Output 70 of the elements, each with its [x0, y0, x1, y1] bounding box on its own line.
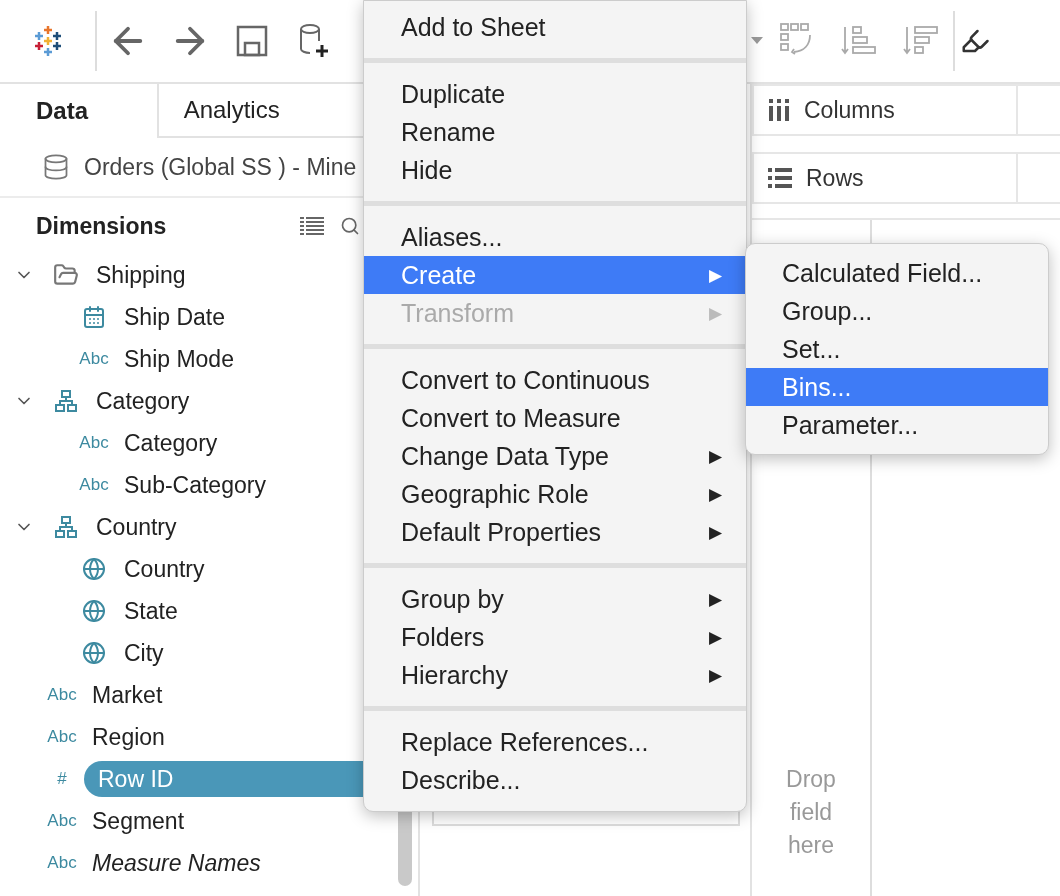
field-label[interactable]: Ship Mode — [124, 345, 234, 373]
submenu-arrow: ▶ — [709, 483, 722, 505]
menu-item[interactable]: Bins... — [746, 368, 1048, 406]
folder-icon — [53, 262, 79, 288]
globe-icon — [82, 557, 106, 581]
menu-item[interactable]: Calculated Field... — [746, 254, 1048, 292]
data-type-label: Abc — [46, 811, 78, 831]
menu-item[interactable]: Create ▶ — [364, 256, 746, 294]
data-type-label: # — [56, 769, 68, 789]
field-label[interactable]: Ship Date — [124, 303, 225, 331]
field-label[interactable]: Segment — [92, 807, 185, 835]
caret-icon[interactable] — [751, 37, 763, 45]
submenu-arrow: ▶ — [709, 445, 722, 467]
data-source-name[interactable]: Orders (Global SS ) - Mine — [84, 153, 357, 181]
calendar-icon — [82, 305, 106, 329]
menu-item[interactable]: Add to Sheet — [364, 8, 746, 46]
submenu-arrow: ▶ — [709, 264, 722, 286]
data-type-label: Abc — [78, 475, 110, 495]
submenu-arrow: ▶ — [709, 664, 722, 686]
menu-item[interactable]: Group by ▶ — [364, 580, 746, 618]
field-label[interactable]: Market — [92, 681, 163, 709]
submenu-arrow: ▶ — [709, 588, 722, 610]
drop-hint: Drop field here — [786, 765, 836, 860]
globe-icon — [82, 599, 106, 623]
field-label[interactable]: Category — [96, 387, 190, 415]
columns-icon — [768, 99, 790, 121]
shelf-label: Columns — [804, 96, 895, 124]
database-icon — [42, 153, 70, 181]
menu-item[interactable]: Change Data Type ▶ — [364, 437, 746, 475]
submenu-arrow: ▶ — [709, 302, 722, 324]
field-label[interactable]: Sub-Category — [124, 471, 266, 499]
search-icon[interactable] — [340, 216, 360, 236]
menu-item[interactable]: Convert to Continuous — [364, 361, 746, 399]
data-type-label: Abc — [46, 853, 78, 873]
hierarchy-icon — [55, 390, 77, 412]
menu-item[interactable]: Aliases... — [364, 218, 746, 256]
field-label[interactable]: Country — [96, 513, 177, 541]
field-label[interactable]: State — [124, 597, 178, 625]
menu-item[interactable]: Default Properties ▶ — [364, 513, 746, 551]
field-label[interactable]: Shipping — [96, 261, 186, 289]
menu-item[interactable]: Group... — [746, 292, 1048, 330]
globe-icon — [82, 641, 106, 665]
field-label[interactable]: Category — [124, 429, 218, 457]
field-label[interactable]: Region — [92, 723, 165, 751]
data-type-label: Abc — [78, 349, 110, 369]
menu-item[interactable]: Set... — [746, 330, 1048, 368]
data-type-label: Abc — [78, 433, 110, 453]
rows-icon — [768, 168, 792, 188]
menu-item[interactable]: Folders ▶ — [364, 618, 746, 656]
submenu-arrow: ▶ — [709, 626, 722, 648]
field-label[interactable]: City — [124, 639, 164, 667]
data-type-label: Abc — [46, 727, 78, 747]
menu-item[interactable]: Hide — [364, 151, 746, 189]
shelf[interactable]: Rows — [752, 152, 1060, 204]
submenu-arrow: ▶ — [709, 521, 722, 543]
field-label[interactable]: Measure Names — [92, 849, 261, 877]
hierarchy-icon — [55, 516, 77, 538]
menu-item[interactable]: Convert to Measure — [364, 399, 746, 437]
menu-item[interactable]: Replace References... — [364, 723, 746, 761]
menu-item[interactable]: Parameter... — [746, 406, 1048, 444]
menu-item[interactable]: Hierarchy ▶ — [364, 656, 746, 694]
list-view-icon[interactable] — [300, 217, 324, 235]
data-type-label: Abc — [46, 685, 78, 705]
shelf-label: Rows — [806, 164, 864, 192]
save-icon[interactable] — [236, 25, 268, 57]
field-label[interactable]: Country — [124, 555, 205, 583]
database-add-icon[interactable] — [298, 23, 330, 59]
section-title: Dimensions — [36, 212, 168, 240]
menu-item[interactable]: Geographic Role ▶ — [364, 475, 746, 513]
shelf[interactable]: Columns — [752, 84, 1060, 136]
